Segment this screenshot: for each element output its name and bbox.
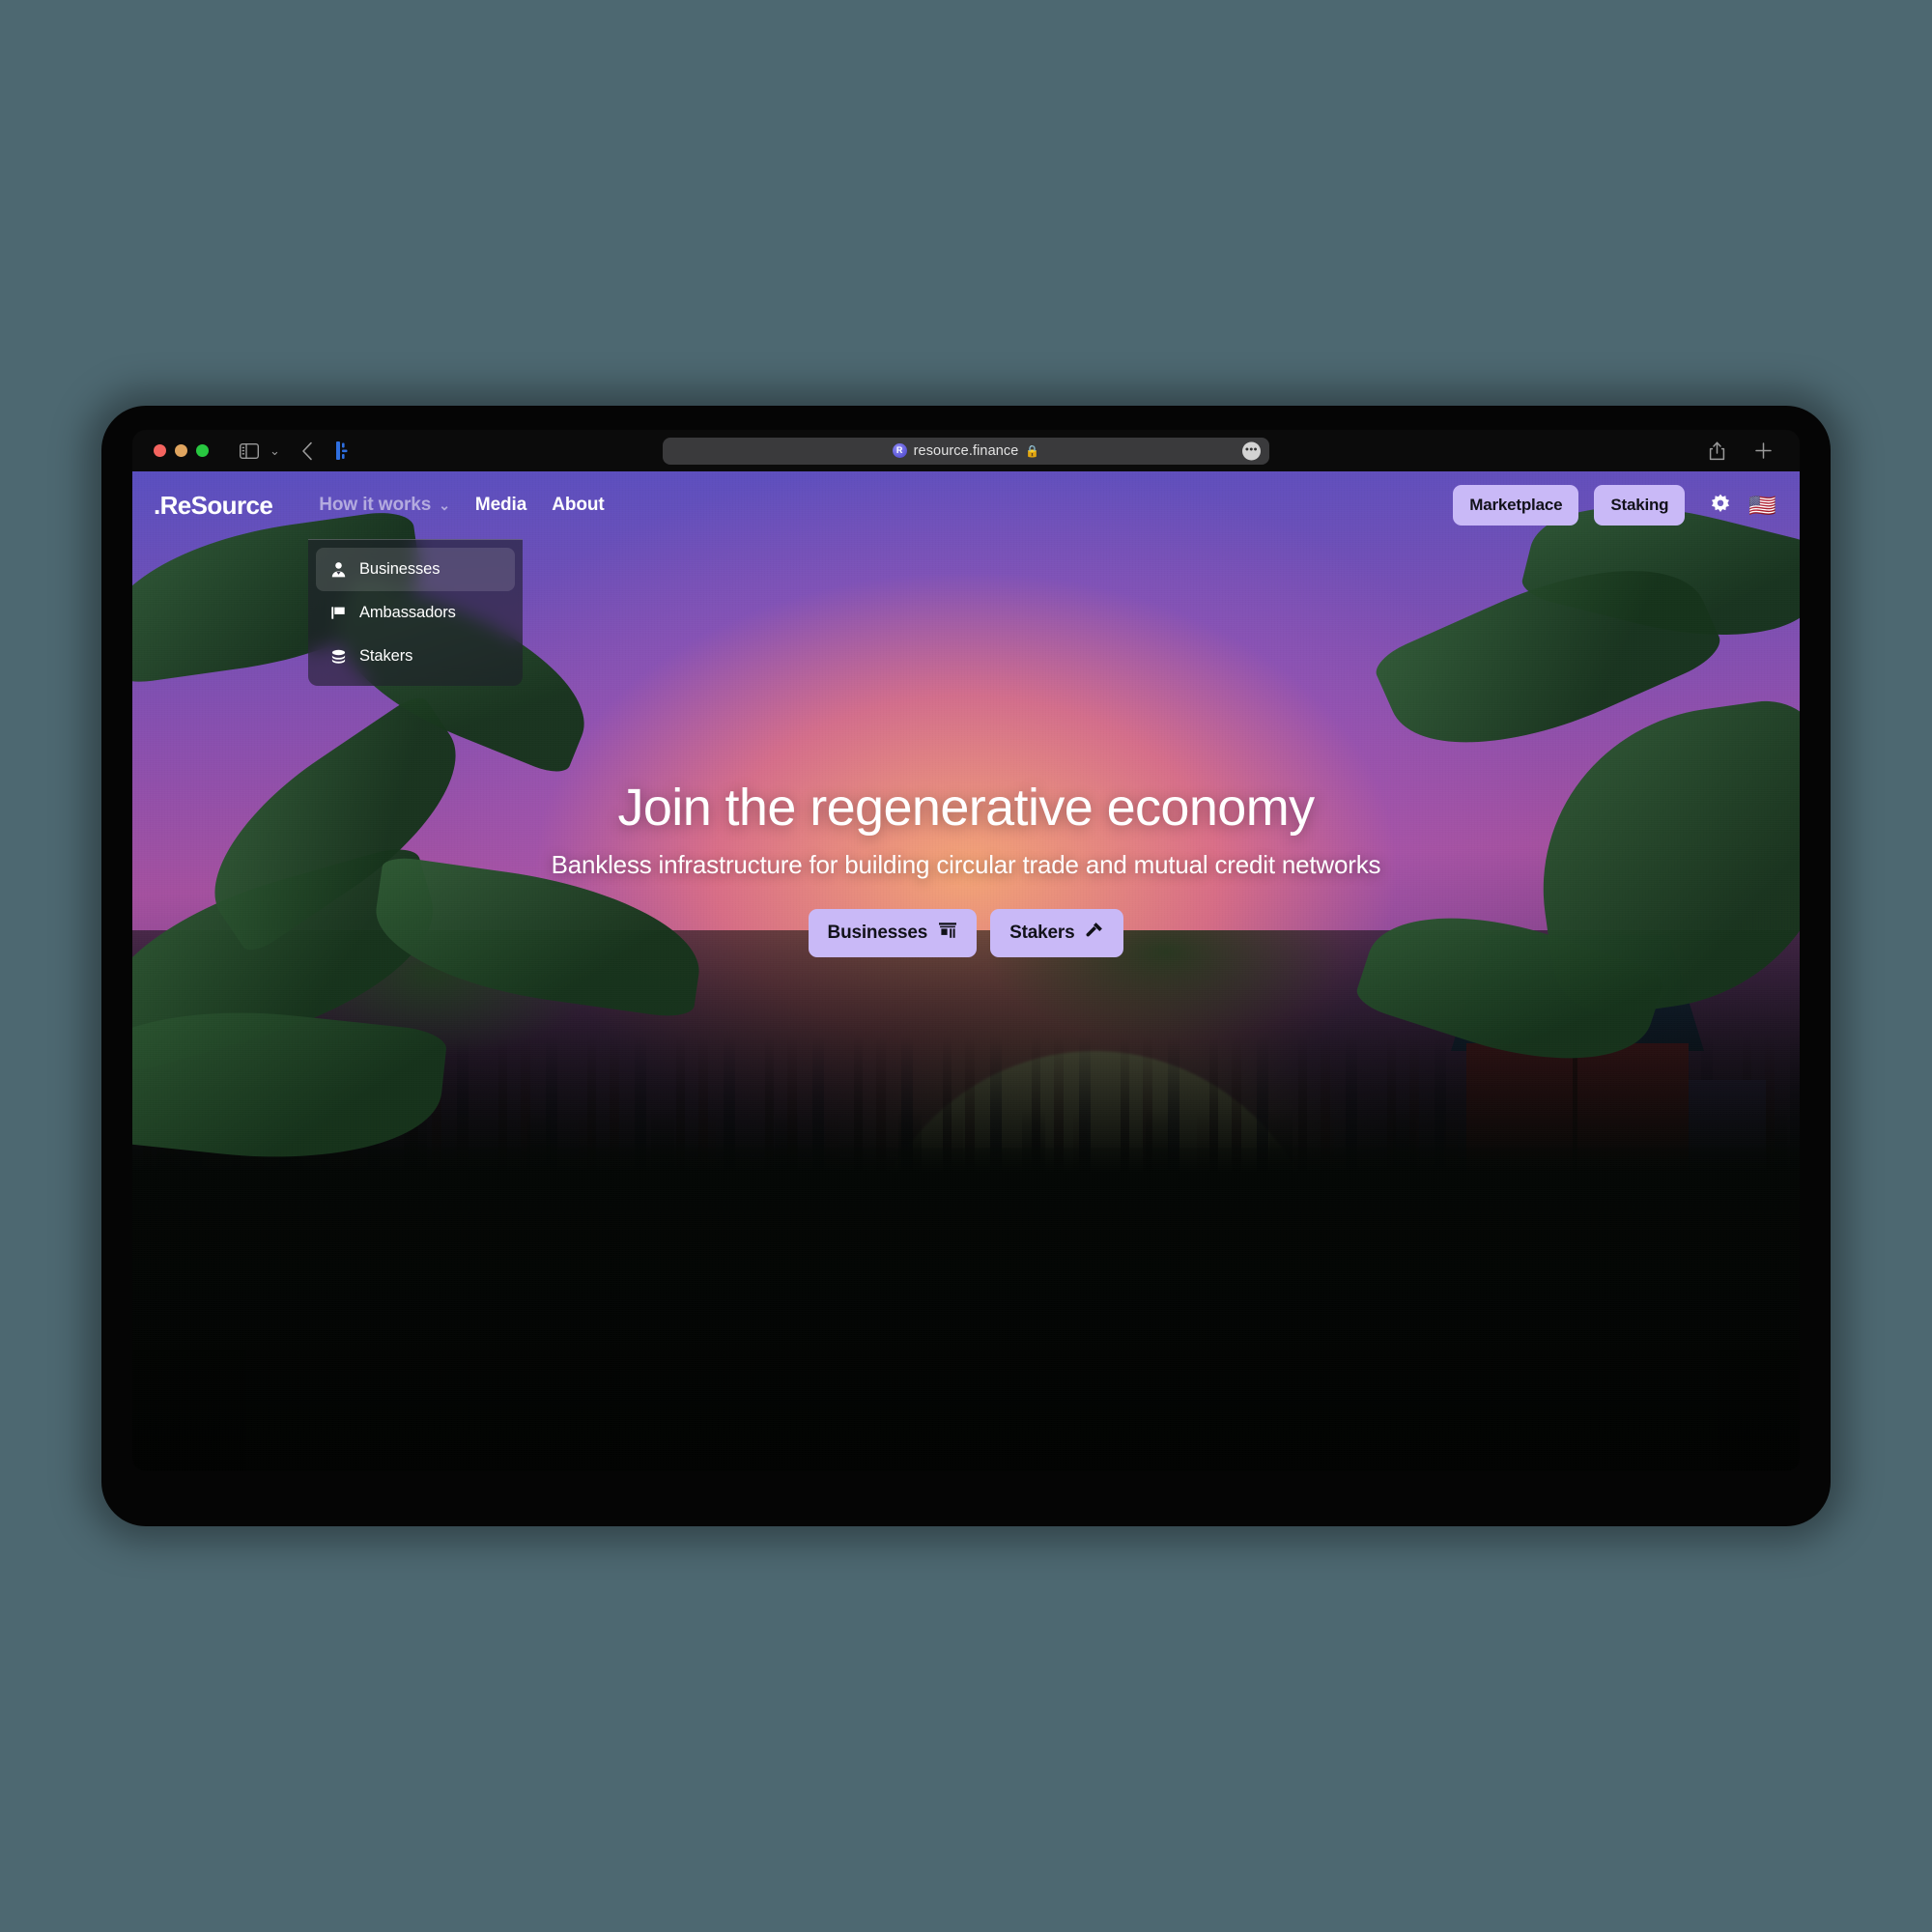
flag-icon	[329, 605, 347, 621]
hero-stakers-button[interactable]: Stakers	[990, 909, 1124, 958]
dropdown-item-ambassadors[interactable]: Ambassadors	[316, 591, 515, 635]
hero-section: Join the regenerative economy Bankless i…	[132, 779, 1800, 958]
nav-links: How it works ⌄ Media About	[319, 495, 604, 516]
person-icon	[329, 561, 347, 578]
hammer-icon	[1085, 921, 1104, 946]
nav-actions: Marketplace Staking 🇺🇸	[1453, 485, 1776, 526]
close-window-button[interactable]	[154, 444, 166, 457]
staking-button[interactable]: Staking	[1594, 485, 1686, 526]
new-tab-icon[interactable]	[1754, 441, 1773, 460]
dropdown-item-label: Ambassadors	[359, 604, 456, 621]
toolbar-right-group	[1709, 440, 1786, 461]
hero-subtitle: Bankless infrastructure for building cir…	[551, 850, 1381, 880]
chevron-down-icon[interactable]: ⌄	[270, 443, 280, 459]
coins-icon	[329, 648, 347, 665]
page-viewport: .ReSource How it works ⌄ Media About Mar…	[132, 471, 1800, 1471]
dropdown-item-label: Businesses	[359, 560, 440, 578]
browser-window: ⌄ R resource.finance 🔒 ••• .ReSource How…	[132, 430, 1800, 1471]
sidebar-toggle-icon[interactable]	[240, 442, 259, 459]
nav-item-how-it-works[interactable]: How it works ⌄	[319, 495, 450, 516]
nav-item-about[interactable]: About	[552, 495, 604, 516]
how-it-works-dropdown: Businesses Ambassadors Stakers	[308, 539, 523, 686]
hero-title: Join the regenerative economy	[617, 779, 1315, 837]
storefront-icon	[938, 922, 957, 946]
hero-cta-label: Stakers	[1009, 923, 1075, 944]
page-menu-icon[interactable]: •••	[1242, 441, 1261, 460]
url-bar[interactable]: R resource.finance 🔒 •••	[663, 437, 1269, 465]
reader-view-icon[interactable]	[335, 441, 351, 460]
nav-item-label: Media	[474, 495, 527, 515]
nav-item-label: How it works	[319, 495, 432, 515]
hero-cta-group: Businesses Stakers	[171, 909, 1761, 958]
minimize-window-button[interactable]	[175, 444, 187, 457]
browser-toolbar: ⌄ R resource.finance 🔒 •••	[132, 430, 1800, 471]
traffic-lights	[154, 444, 209, 457]
hero-cta-label: Businesses	[827, 923, 928, 944]
site-favicon: R	[892, 443, 907, 458]
back-icon[interactable]	[301, 441, 313, 461]
zoom-window-button[interactable]	[196, 444, 209, 457]
nav-item-label: About	[552, 495, 605, 515]
site-navbar: .ReSource How it works ⌄ Media About Mar…	[132, 471, 1800, 539]
language-flag-icon[interactable]: 🇺🇸	[1748, 494, 1776, 517]
dropdown-item-businesses[interactable]: Businesses	[316, 548, 515, 591]
dropdown-item-stakers[interactable]: Stakers	[316, 635, 515, 678]
nav-item-media[interactable]: Media	[475, 495, 526, 516]
share-icon[interactable]	[1709, 440, 1725, 461]
url-text: resource.finance	[913, 442, 1019, 459]
device-frame: ⌄ R resource.finance 🔒 ••• .ReSource How…	[101, 406, 1831, 1526]
chevron-down-icon: ⌄	[439, 497, 450, 513]
marketplace-button[interactable]: Marketplace	[1453, 485, 1579, 526]
site-logo[interactable]: .ReSource	[154, 491, 273, 521]
lock-icon: 🔒	[1025, 443, 1040, 458]
gear-icon[interactable]	[1708, 493, 1733, 518]
hero-businesses-button[interactable]: Businesses	[808, 909, 978, 958]
dropdown-item-label: Stakers	[359, 647, 413, 665]
